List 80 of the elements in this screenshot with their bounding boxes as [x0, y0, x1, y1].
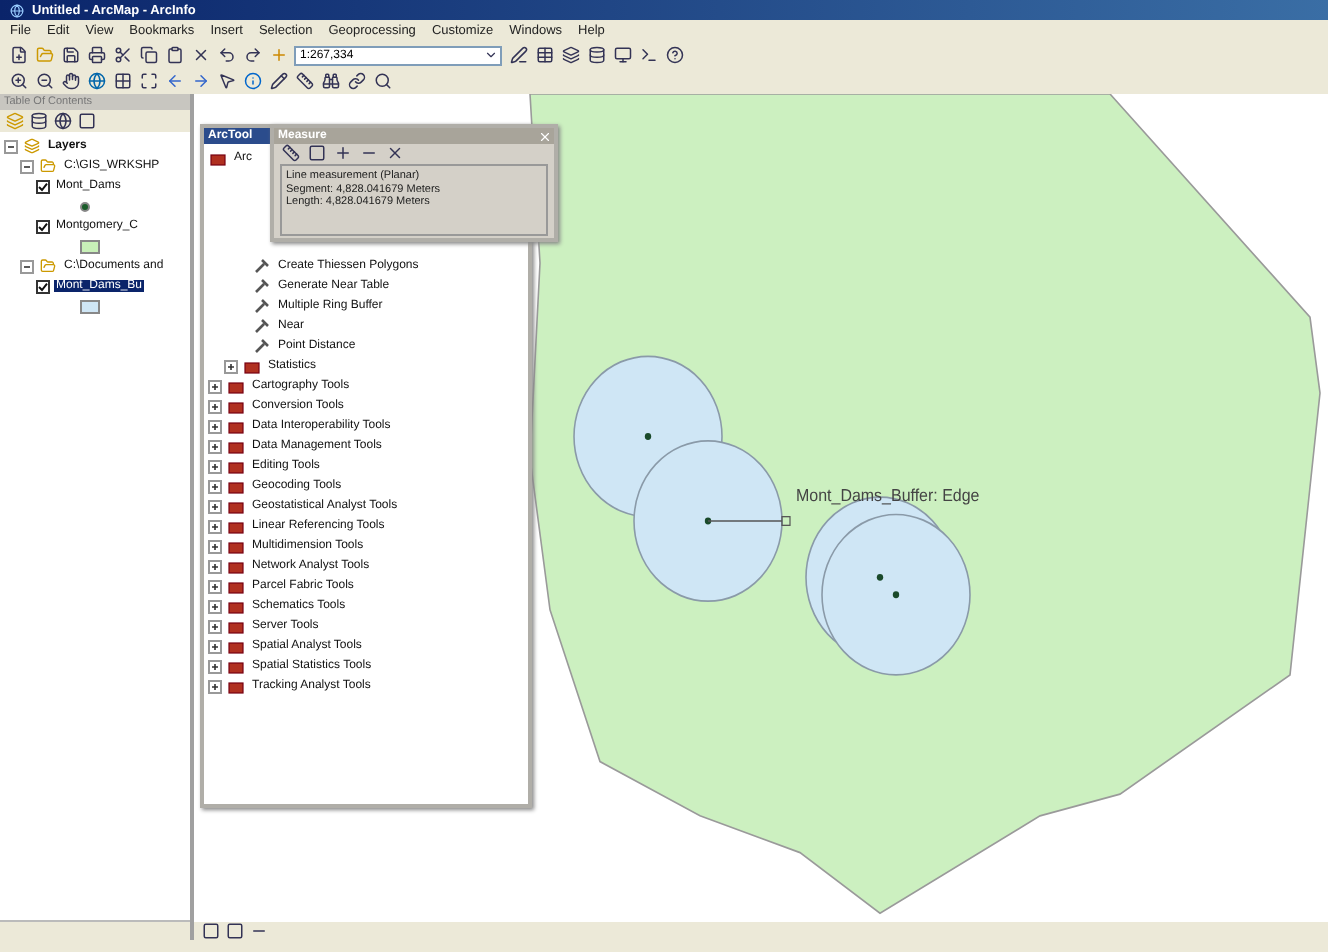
fixed-zoom-icon[interactable] — [112, 71, 132, 91]
expand-toggle[interactable] — [208, 459, 222, 473]
save-icon[interactable] — [60, 45, 80, 65]
hyperlink-icon[interactable] — [346, 71, 366, 91]
find-icon[interactable] — [320, 71, 340, 91]
paste-icon[interactable] — [164, 45, 184, 65]
search-icon[interactable] — [372, 71, 392, 91]
expand-toggle[interactable] — [208, 439, 222, 453]
catalog-icon[interactable] — [586, 45, 606, 65]
layer-checkbox[interactable] — [36, 279, 50, 293]
measure-feature-icon[interactable] — [332, 143, 352, 163]
globe-icon[interactable] — [86, 71, 106, 91]
undo-icon[interactable] — [216, 45, 236, 65]
expand-toggle[interactable] — [208, 519, 222, 533]
redo-icon[interactable] — [242, 45, 262, 65]
expand-toggle[interactable] — [208, 479, 222, 493]
new-document-icon[interactable] — [8, 45, 28, 65]
hammer-icon — [252, 256, 272, 276]
visibility-icon[interactable] — [52, 111, 72, 131]
zoom-in-icon[interactable] — [8, 71, 28, 91]
dam-point — [876, 573, 884, 581]
horizontal-scrollbar[interactable] — [0, 920, 190, 940]
folder-icon — [38, 256, 58, 276]
layer-checkbox[interactable] — [36, 179, 50, 193]
clear-icon[interactable] — [384, 143, 404, 163]
layout-view-icon[interactable] — [224, 921, 244, 941]
measure-line — [707, 516, 791, 526]
expand-toggle[interactable] — [208, 419, 222, 433]
print-icon[interactable] — [86, 45, 106, 65]
hammer-icon — [252, 316, 272, 336]
pan-icon[interactable] — [60, 71, 80, 91]
editor-icon[interactable] — [508, 45, 528, 65]
layers-icon — [22, 136, 42, 156]
expand-toggle[interactable] — [208, 499, 222, 513]
pencil-icon[interactable] — [268, 71, 288, 91]
measure-line-icon[interactable] — [280, 143, 300, 163]
copy-icon[interactable] — [138, 45, 158, 65]
dam-point — [644, 433, 652, 440]
window-icon[interactable] — [612, 45, 632, 65]
expand-toggle[interactable] — [208, 399, 222, 413]
python-icon[interactable] — [638, 45, 658, 65]
zoom-out-icon[interactable] — [34, 71, 54, 91]
expand-toggle[interactable] — [208, 659, 222, 673]
measure-area-icon[interactable] — [306, 143, 326, 163]
forward-icon[interactable] — [190, 71, 210, 91]
expand-toggle[interactable] — [20, 159, 34, 173]
selection-icon[interactable] — [76, 111, 96, 131]
layers-icon[interactable] — [560, 45, 580, 65]
expand-toggle[interactable] — [208, 639, 222, 653]
hammer-icon — [252, 296, 272, 316]
hammer-icon — [252, 336, 272, 356]
snap-label: Mont_Dams_Buffer: Edge — [796, 484, 980, 506]
expand-toggle[interactable] — [208, 379, 222, 393]
list-by-source-icon[interactable] — [28, 111, 48, 131]
dam-point — [892, 591, 900, 599]
folder-icon — [38, 156, 58, 176]
measure-icon[interactable] — [294, 71, 314, 91]
expand-toggle[interactable] — [20, 259, 34, 273]
cut-icon[interactable] — [112, 45, 132, 65]
expand-toggle[interactable] — [208, 679, 222, 693]
expand-toggle[interactable] — [208, 559, 222, 573]
back-icon[interactable] — [164, 71, 184, 91]
dam-point — [704, 517, 712, 525]
layer-checkbox[interactable] — [36, 219, 50, 233]
select-icon[interactable] — [216, 71, 236, 91]
expand-toggle[interactable] — [208, 599, 222, 613]
help-icon[interactable] — [664, 45, 684, 65]
delete-icon[interactable] — [190, 45, 210, 65]
app-icon — [6, 0, 26, 20]
table-icon[interactable] — [534, 45, 554, 65]
expand-toggle[interactable] — [208, 619, 222, 633]
hammer-icon — [252, 276, 272, 296]
expand-toggle[interactable] — [224, 359, 238, 373]
expand-toggle[interactable] — [4, 139, 18, 153]
expand-toggle[interactable] — [208, 579, 222, 593]
info-icon[interactable] — [242, 71, 262, 91]
toolbox-icon — [208, 148, 228, 168]
expand-toggle[interactable] — [208, 539, 222, 553]
data-view-icon[interactable] — [200, 921, 220, 941]
fixed-zoom-out-icon[interactable] — [138, 71, 158, 91]
